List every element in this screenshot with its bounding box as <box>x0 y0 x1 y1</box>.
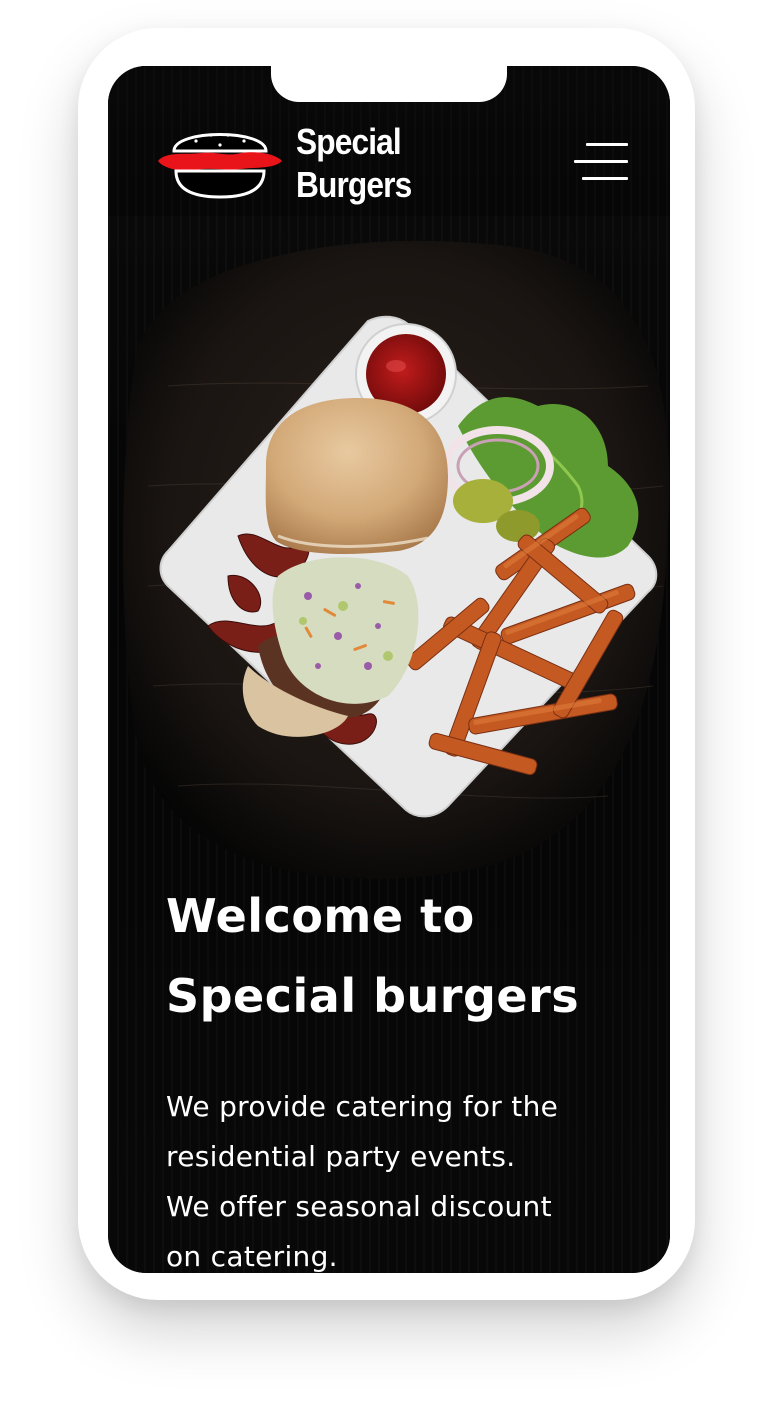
brand-name[interactable]: Special Burgers <box>296 120 412 206</box>
menu-line <box>586 143 628 146</box>
heading-line-1: Welcome to <box>166 889 475 943</box>
burger-with-fries-plate-image <box>108 226 670 886</box>
heading-line-2: Special burgers <box>166 969 580 1023</box>
description-line: We provide catering for the <box>166 1090 559 1123</box>
menu-line <box>582 177 628 180</box>
brand-line-1: Special <box>296 121 402 162</box>
hamburger-menu-icon[interactable] <box>574 139 628 185</box>
hero-description: We provide catering for the residential … <box>166 1082 616 1273</box>
phone-screen: Special Burgers Welcome to Special burge… <box>108 66 670 1273</box>
hero-heading: Welcome to Special burgers <box>166 876 616 1036</box>
menu-line <box>574 160 628 163</box>
description-line: We offer seasonal discount <box>166 1190 552 1223</box>
phone-notch <box>271 66 507 102</box>
hero-text: Welcome to Special burgers We provide ca… <box>166 876 616 1273</box>
description-line: residential party events. <box>166 1140 516 1173</box>
brand-line-2: Burgers <box>296 164 412 205</box>
burger-logo-icon[interactable] <box>156 121 284 201</box>
description-line: on catering. <box>166 1240 338 1273</box>
